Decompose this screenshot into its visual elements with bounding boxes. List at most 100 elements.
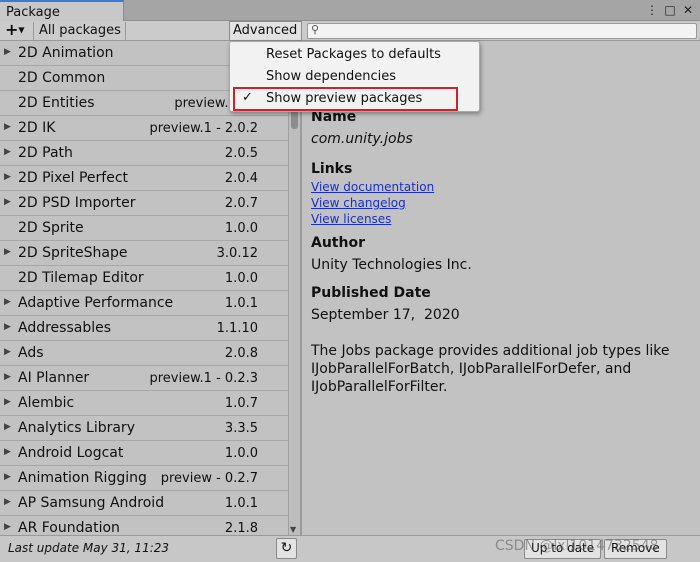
expand-arrow-icon[interactable]: ▶ [4,47,11,57]
author-value: Unity Technologies Inc. [311,257,472,273]
filter-label: All packages [39,23,121,38]
advanced-dropdown[interactable]: Advanced ▼ [229,21,302,51]
package-name: AI Planner [18,370,90,386]
expand-arrow-icon[interactable]: ▶ [4,322,11,332]
package-row[interactable]: ▶ AI Planner preview.1 - 0.2.3 [0,366,288,391]
package-name: Animation Rigging [18,470,147,486]
package-version: preview.1 - 2.0.2 [149,121,259,136]
package-version: 1.1.10 [216,321,258,336]
package-detail-panel: Name com.unity.jobs Links View documenta… [302,41,700,535]
package-filter-dropdown[interactable]: All packages ▼ [36,22,126,51]
published-date-value: September 17, 2020 [311,307,460,323]
package-row[interactable]: ▶ Addressables 1.1.10 [0,316,288,341]
package-id: com.unity.jobs [311,131,413,147]
advanced-menu: Reset Packages to defaults Show dependen… [229,41,480,112]
expand-arrow-icon[interactable]: ▶ [4,197,11,207]
list-scrollbar[interactable]: ▼ [288,41,300,535]
package-name: 2D Common [18,70,106,86]
package-row[interactable]: ▶ Ads 2.0.8 [0,341,288,366]
package-description: The Jobs package provides additional job… [311,343,670,395]
status-footer: Last update May 31, 11:23 ↻ Up to date R… [0,535,700,562]
package-version: 2.0.7 [224,196,258,211]
package-version: 1.0.0 [224,271,258,286]
package-version: 1.0.0 [224,221,258,236]
package-version: 2.0.5 [224,146,258,161]
package-name: Analytics Library [18,420,135,436]
expand-arrow-icon[interactable]: ▶ [4,347,11,357]
refresh-button[interactable]: ↻ [276,538,297,559]
expand-arrow-icon[interactable]: ▶ [4,472,11,482]
plus-icon: + [5,20,19,39]
package-name: 2D Sprite [18,220,84,236]
package-version: 2.0.4 [224,171,258,186]
package-name: Adaptive Performance [18,295,174,311]
links-heading: Links [311,161,353,177]
view-documentation-link[interactable]: View documentation [311,180,434,194]
package-row[interactable]: ▶ Adaptive Performance 1.0.1 [0,291,288,316]
package-version: 1.0.1 [224,296,258,311]
package-row[interactable]: ▶ AR Foundation 2.1.8 [0,516,288,535]
package-name: AR Foundation [18,520,120,535]
add-package-button[interactable]: +▼ [2,22,34,40]
expand-arrow-icon[interactable]: ▶ [4,497,11,507]
view-licenses-link[interactable]: View licenses [311,212,391,226]
package-name: 2D SpriteShape [18,245,128,261]
package-row[interactable]: ▶ Android Logcat 1.0.0 [0,441,288,466]
package-row[interactable]: ▶ 2D PSD Importer 2.0.7 [0,191,288,216]
package-name: AP Samsung Android [18,495,165,511]
expand-arrow-icon[interactable]: ▶ [4,522,11,532]
toolbar: +▼ All packages ▼ Advanced ▼ ⚲ [0,21,700,51]
published-date-heading: Published Date [311,285,431,301]
close-icon[interactable]: ✕ [682,3,694,17]
window-controls: ⋮ □ ✕ [646,3,694,17]
expand-arrow-icon[interactable]: ▶ [4,122,11,132]
search-input[interactable]: ⚲ [307,23,697,39]
expand-arrow-icon[interactable]: ▶ [4,397,11,407]
menu-item-reset-packages[interactable]: Reset Packages to defaults [230,44,479,66]
package-version: 3.3.5 [224,421,258,436]
package-version: 2.1.8 [224,521,258,535]
package-row[interactable]: ▶ Alembic 1.0.7 [0,391,288,416]
highlight-box [233,87,458,111]
package-name: Android Logcat [18,445,124,461]
package-name: 2D Tilemap Editor [18,270,144,286]
package-row[interactable]: ▶ 2D IK preview.1 - 2.0.2 [0,116,288,141]
package-row[interactable]: ▶ Analytics Library 3.3.5 [0,416,288,441]
refresh-icon: ↻ [280,540,293,556]
package-row[interactable]: ▶ 2D Pixel Perfect 2.0.4 [0,166,288,191]
package-row[interactable]: 2D Sprite 1.0.0 [0,216,288,241]
package-version: 2.0.8 [224,346,258,361]
package-row[interactable]: 2D Tilemap Editor 1.0.0 [0,266,288,291]
advanced-label: Advanced [233,23,298,38]
scroll-down-icon[interactable]: ▼ [290,525,296,534]
last-update-text: Last update May 31, 11:23 [8,541,170,555]
expand-arrow-icon[interactable]: ▶ [4,247,11,257]
package-name: 2D Animation [18,45,114,61]
package-version: preview.1 - 0.2.3 [149,371,259,386]
package-name: 2D Pixel Perfect [18,170,129,186]
package-list: ▶ 2D Animation 2D Common 2D Entities preview… [0,41,288,535]
maximize-icon[interactable]: □ [664,3,676,17]
package-row[interactable]: ▶ AP Samsung Android 1.0.1 [0,491,288,516]
package-name: Addressables [18,320,112,336]
expand-arrow-icon[interactable]: ▶ [4,422,11,432]
package-name: 2D PSD Importer [18,195,136,211]
view-changelog-link[interactable]: View changelog [311,196,406,210]
expand-arrow-icon[interactable]: ▶ [4,372,11,382]
expand-arrow-icon[interactable]: ▶ [4,172,11,182]
package-row[interactable]: ▶ Animation Rigging preview - 0.2.7 [0,466,288,491]
more-options-icon[interactable]: ⋮ [646,3,658,17]
tab-package-manager[interactable]: Package Manager [0,0,124,35]
expand-arrow-icon[interactable]: ▶ [4,447,11,457]
package-name: 2D Path [18,145,73,161]
package-row[interactable]: ▶ 2D SpriteShape 3.0.12 [0,241,288,266]
expand-arrow-icon[interactable]: ▶ [4,297,11,307]
author-heading: Author [311,235,365,251]
up-to-date-button[interactable]: Up to date [524,539,602,559]
package-row[interactable]: ▶ 2D Path 2.0.5 [0,141,288,166]
menu-item-show-dependencies[interactable]: Show dependencies [230,66,479,88]
expand-arrow-icon[interactable]: ▶ [4,147,11,157]
package-name: 2D Entities [18,95,95,111]
remove-button[interactable]: Remove [604,539,667,559]
package-name: Ads [18,345,44,361]
